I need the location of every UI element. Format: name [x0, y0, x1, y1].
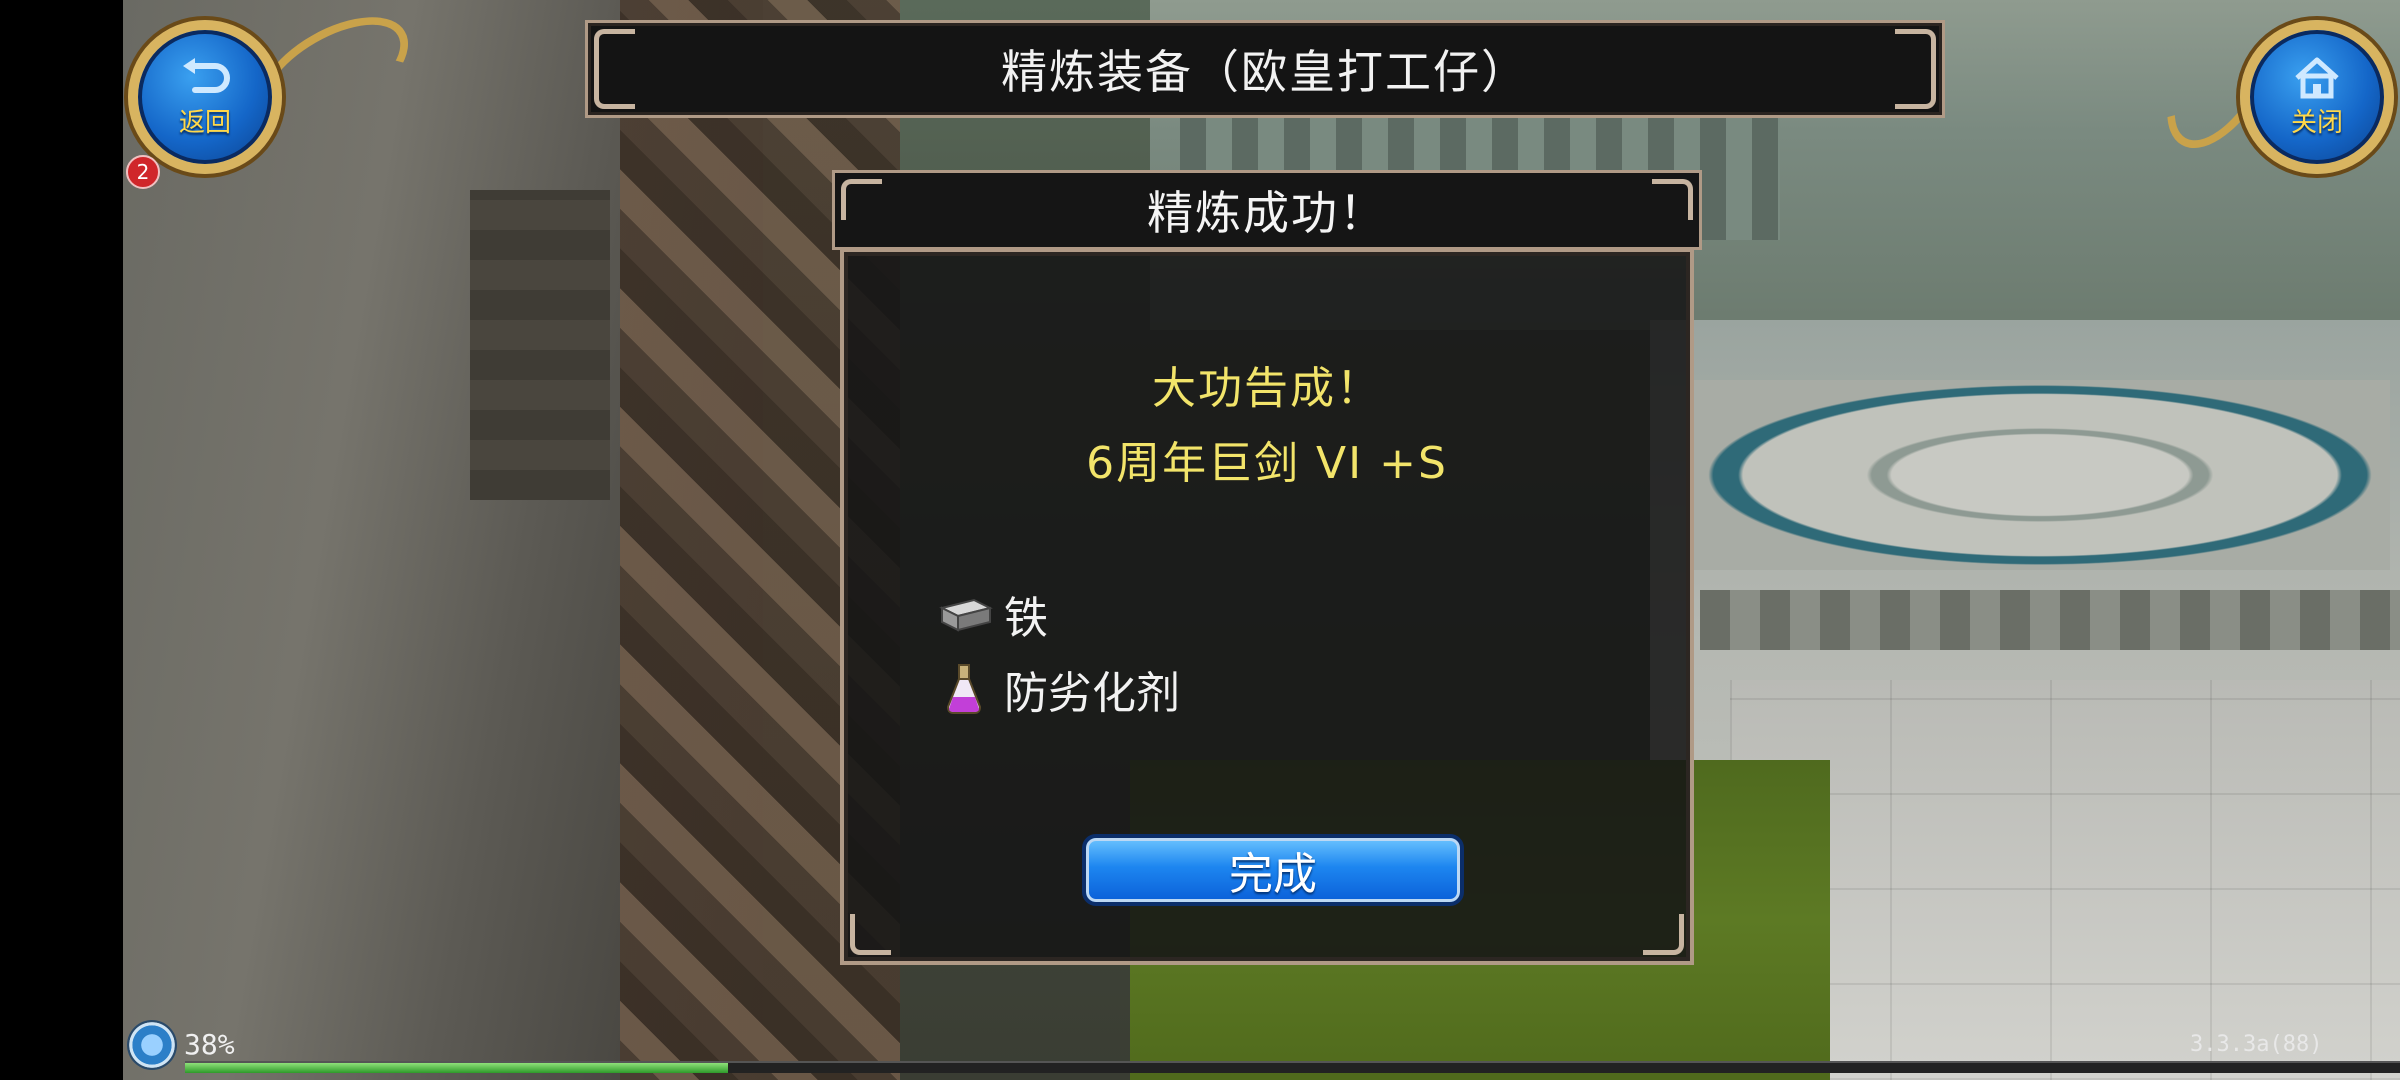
exp-orb-icon — [127, 1020, 177, 1070]
notification-badge[interactable]: 2 — [126, 155, 160, 189]
exp-bar-fill — [185, 1063, 728, 1073]
back-arrow-icon — [183, 57, 230, 93]
close-button-label: 关闭 — [2290, 107, 2343, 138]
done-button[interactable]: 完成 — [1082, 834, 1464, 906]
title-bar: 精炼装备（欧皇打工仔） — [585, 20, 1945, 118]
screen-letterbox — [0, 0, 123, 1080]
material-label: 防劣化剂 — [1004, 668, 1180, 719]
game-screen: 精炼装备（欧皇打工仔） 返回 2 关闭 精炼成功！ 大功告成！ 6周年巨剑 VI… — [0, 0, 2400, 1080]
home-icon — [2295, 57, 2339, 98]
background-stone-tiles — [1730, 680, 2400, 1080]
close-button[interactable]: 关闭 — [2240, 20, 2394, 174]
background-cobblestone — [1700, 590, 2400, 650]
material-item: 铁 — [934, 582, 1048, 646]
material-label: 铁 — [1004, 593, 1048, 644]
exp-bar — [185, 1061, 2400, 1073]
frame-corner-ornament — [850, 914, 891, 955]
background-mosaic-floor — [1690, 380, 2390, 570]
page-title: 精炼装备（欧皇打工仔） — [1001, 45, 1529, 99]
success-headline: 大功告成！ — [1152, 363, 1382, 414]
background-stone-block — [470, 190, 610, 500]
frame-corner-ornament — [594, 29, 635, 70]
done-button-label: 完成 — [1229, 849, 1317, 900]
refined-item-name: 6周年巨剑 VI +S — [1086, 438, 1448, 489]
potion-flask-icon — [934, 659, 994, 719]
version-label: 3.3.3a(88) — [2190, 1032, 2323, 1057]
dialog-title: 精炼成功！ — [1147, 186, 1387, 240]
dialog-body: 大功告成！ 6周年巨剑 VI +S 铁 防劣化剂 完成 — [840, 248, 1694, 965]
frame-corner-ornament — [841, 179, 882, 220]
iron-ingot-icon — [934, 584, 994, 644]
frame-corner-ornament — [1895, 29, 1936, 70]
frame-corner-ornament — [1652, 179, 1693, 220]
frame-corner-ornament — [594, 68, 635, 109]
back-button-label: 返回 — [178, 107, 231, 138]
frame-corner-ornament — [1895, 68, 1936, 109]
dialog-header: 精炼成功！ — [832, 170, 1702, 250]
exp-percent: 38% — [184, 1028, 235, 1061]
frame-corner-ornament — [1643, 914, 1684, 955]
refine-result-dialog: 精炼成功！ 大功告成！ 6周年巨剑 VI +S 铁 防劣化剂 完成 — [832, 170, 1702, 965]
back-button[interactable]: 返回 — [128, 20, 282, 174]
material-item: 防劣化剂 — [934, 657, 1180, 721]
